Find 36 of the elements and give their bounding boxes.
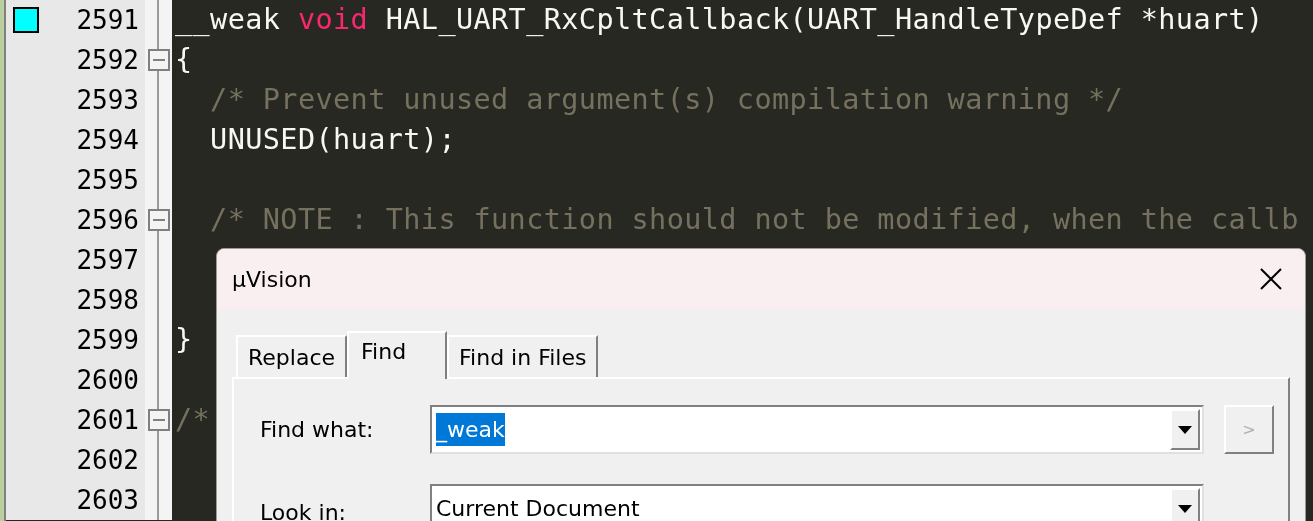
code-line: /* (175, 401, 211, 438)
line-number: 2594 (76, 123, 139, 157)
line-number: 2593 (76, 83, 139, 117)
code-line: UNUSED(huart); (209, 121, 456, 158)
look-in-combo[interactable]: Current Document (430, 484, 1204, 521)
tab[interactable]: Find (347, 331, 448, 379)
dropdown-button[interactable] (1170, 409, 1200, 450)
collapse-icon[interactable] (147, 409, 170, 431)
caret-down-icon (1178, 425, 1192, 434)
code-line: } (175, 321, 193, 358)
line-number: 2598 (76, 283, 139, 317)
line-number: 2601 (76, 403, 139, 437)
line-number: 2599 (76, 323, 139, 357)
line-number: 2595 (76, 163, 139, 197)
line-number: 2600 (76, 363, 139, 397)
code-line: /* Prevent unused argument(s) compilation warning */ (209, 81, 1124, 118)
line-number: 2596 (76, 203, 139, 237)
field-label: Find what: (260, 416, 375, 444)
caret-down-icon (1178, 504, 1192, 513)
dropdown-button[interactable] (1170, 488, 1200, 521)
code-line: /* NOTE : This function should not be modified, when the callb (209, 201, 1299, 238)
line-number: 2603 (76, 483, 139, 517)
line-number: 2592 (76, 43, 139, 77)
line-number: 2591 (76, 3, 139, 37)
find-what-combo[interactable]: _weak (430, 405, 1204, 454)
close-icon[interactable] (1260, 268, 1282, 290)
line-number: 2602 (76, 443, 139, 477)
dialog-title: µVision (232, 265, 312, 294)
field-label: Look in: (260, 499, 347, 521)
collapse-icon[interactable] (147, 49, 170, 71)
tab[interactable]: Replace (236, 335, 348, 377)
tab[interactable]: Find in Files (447, 335, 599, 377)
code-line: { (175, 41, 193, 78)
code-line: __weak void HAL_UART_RxCpltCallback(UART_HandleTypeDef *huart) (175, 1, 1264, 38)
line-number: 2597 (76, 243, 139, 277)
collapse-icon[interactable] (147, 209, 170, 231)
